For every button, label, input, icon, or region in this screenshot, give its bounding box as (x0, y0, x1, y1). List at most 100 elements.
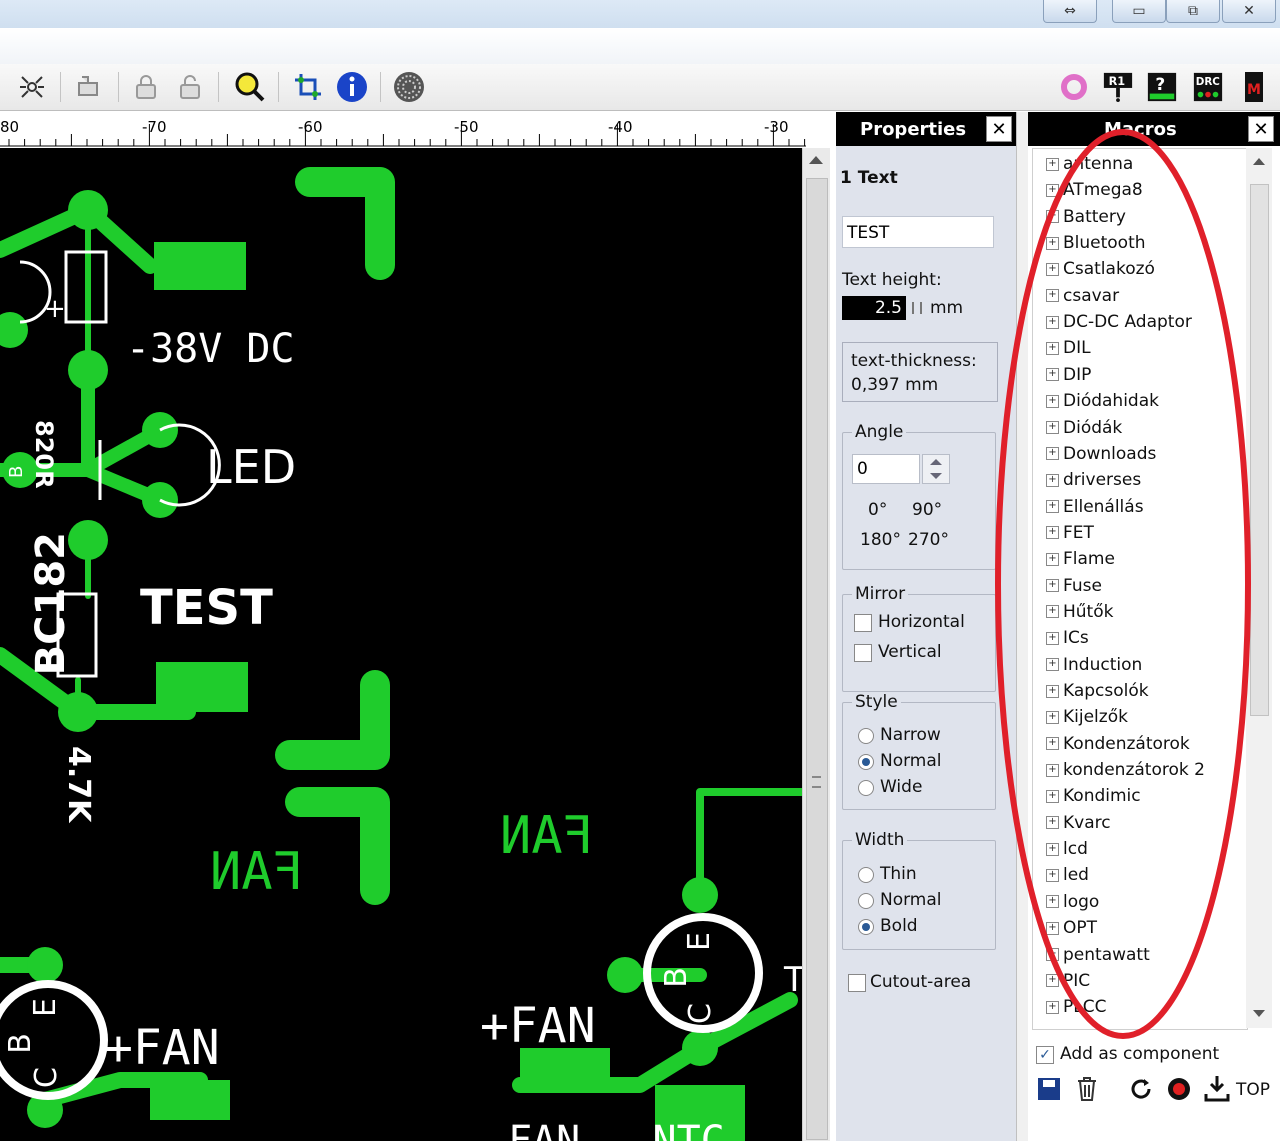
style-narrow-label[interactable]: Narrow (880, 725, 941, 745)
macro-tree-item[interactable]: + kondenzátorok 2 (1033, 757, 1205, 783)
macro-tree-item[interactable]: + Diódahidak (1033, 388, 1159, 414)
macro-tree-item[interactable]: + ATmega8 (1033, 177, 1143, 203)
angle-spinner[interactable] (922, 454, 950, 484)
angle-preset-180[interactable]: 180° (860, 530, 901, 550)
expand-plus-icon[interactable]: + (1046, 763, 1059, 777)
expand-plus-icon[interactable]: + (1046, 315, 1059, 329)
expand-plus-icon[interactable]: + (1046, 842, 1059, 856)
test-label[interactable]: TEST (140, 580, 273, 636)
help-icon[interactable]: ? (1146, 72, 1178, 102)
width-thin-label[interactable]: Thin (880, 864, 917, 884)
style-narrow-radio[interactable] (858, 728, 874, 744)
expand-plus-icon[interactable]: + (1046, 157, 1059, 171)
ring-icon[interactable] (1058, 72, 1090, 102)
macro-tree-item[interactable]: + lcd (1033, 836, 1088, 862)
expand-plus-icon[interactable]: + (1046, 500, 1059, 514)
lock-icon[interactable] (130, 72, 162, 102)
macro-tree-item[interactable]: + Hűtők (1033, 599, 1113, 625)
expand-plus-icon[interactable]: + (1046, 289, 1059, 303)
angle-preset-90[interactable]: 90° (912, 500, 942, 520)
expand-plus-icon[interactable]: + (1046, 368, 1059, 382)
expand-plus-icon[interactable]: + (1046, 341, 1059, 355)
macro-tree-item[interactable]: + Ellenállás (1033, 494, 1144, 520)
unlock-icon[interactable] (174, 72, 206, 102)
spin-up-arrow-icon[interactable] (930, 459, 942, 465)
macro-tree-item[interactable]: + Kapcsolók (1033, 678, 1149, 704)
text-height-grip-icon[interactable] (912, 302, 922, 314)
expand-plus-icon[interactable]: + (1046, 789, 1059, 803)
expand-plus-icon[interactable]: + (1046, 658, 1059, 672)
pattern-icon[interactable] (393, 72, 425, 102)
expand-plus-icon[interactable]: + (1046, 895, 1059, 909)
macro-tree-item[interactable]: + Induction (1033, 652, 1142, 678)
pcb-tool-icon[interactable] (72, 72, 104, 102)
info-icon[interactable] (336, 72, 368, 102)
expand-plus-icon[interactable]: + (1046, 421, 1059, 434)
text-height-field[interactable]: 2.5 (842, 296, 906, 320)
width-thin-radio[interactable] (858, 867, 874, 883)
macro-tree-item[interactable]: + antenna (1033, 151, 1133, 177)
save-macro-icon[interactable] (1038, 1078, 1060, 1100)
macro-tree-item[interactable]: + PIC (1033, 968, 1090, 994)
import-icon[interactable] (1204, 1074, 1230, 1106)
scroll-thumb[interactable] (806, 178, 828, 1140)
expand-plus-icon[interactable]: + (1046, 262, 1059, 276)
expand-plus-icon[interactable]: + (1046, 1000, 1059, 1014)
style-normal-radio[interactable] (858, 754, 874, 770)
macro-tree-item[interactable]: + FET (1033, 520, 1094, 546)
record-icon[interactable] (1166, 1076, 1192, 1106)
expand-plus-icon[interactable]: + (1046, 948, 1059, 961)
add-as-component-label[interactable]: Add as component (1060, 1044, 1219, 1064)
expand-plus-icon[interactable]: + (1046, 394, 1059, 408)
scroll-up-arrow-icon[interactable] (1253, 158, 1265, 165)
macro-tree-item[interactable]: + DIL (1033, 335, 1091, 361)
macro-tree-item[interactable]: + csavar (1033, 283, 1119, 309)
restore-arrows-button[interactable]: ⇔ (1043, 0, 1097, 23)
macro-tree-item[interactable]: + Flame (1033, 546, 1115, 572)
macro-tree-item[interactable]: + led (1033, 862, 1089, 888)
macro-tree-item[interactable]: + driverses (1033, 467, 1141, 493)
macro-tree-item[interactable]: + Downloads (1033, 441, 1156, 467)
expand-plus-icon[interactable]: + (1046, 210, 1059, 224)
macro-tree-item[interactable]: + Bluetooth (1033, 230, 1146, 256)
macro-tree-item[interactable]: + Battery (1033, 204, 1126, 230)
macro-tree-item[interactable]: + Diódák (1033, 415, 1122, 441)
expand-plus-icon[interactable]: + (1046, 921, 1059, 935)
text-value-field[interactable]: TEST (842, 216, 994, 248)
scroll-thumb[interactable] (1250, 184, 1269, 716)
width-bold-radio[interactable] (858, 919, 874, 935)
expand-plus-icon[interactable]: + (1046, 605, 1059, 619)
macro-tree-item[interactable]: + ICs (1033, 625, 1089, 651)
add-as-component-checkbox[interactable]: ✓ (1036, 1046, 1054, 1064)
drc-icon[interactable]: DRC (1192, 72, 1224, 102)
mirror-vertical-label[interactable]: Vertical (878, 642, 942, 662)
angle-input[interactable]: 0 (852, 454, 920, 484)
expand-plus-icon[interactable]: + (1046, 526, 1059, 540)
spin-down-arrow-icon[interactable] (930, 473, 942, 479)
r1-icon[interactable]: R1 (1102, 72, 1134, 103)
macro-tree-item[interactable]: + Csatlakozó (1033, 256, 1155, 282)
scroll-up-arrow-icon[interactable] (809, 156, 823, 164)
macro-tree-item[interactable]: + Kondenzátorok (1033, 731, 1190, 757)
macro-tree-item[interactable]: + logo (1033, 889, 1099, 915)
macro-tree-item[interactable]: + Kondimic (1033, 783, 1141, 809)
m-icon[interactable]: M (1238, 72, 1270, 102)
macro-tree-item[interactable]: + DIP (1033, 362, 1091, 388)
expand-plus-icon[interactable]: + (1046, 631, 1059, 645)
width-normal-radio[interactable] (858, 893, 874, 909)
macros-close-icon[interactable]: ✕ (1248, 116, 1274, 142)
mirror-horizontal-label[interactable]: Horizontal (878, 612, 965, 632)
mirror-horizontal-checkbox[interactable] (854, 614, 872, 632)
top-layer-label[interactable]: TOP (1236, 1080, 1270, 1100)
macro-tree-item[interactable]: + PLCC (1033, 994, 1106, 1020)
width-bold-label[interactable]: Bold (880, 916, 918, 936)
expand-plus-icon[interactable]: + (1046, 684, 1059, 698)
macro-tree-item[interactable]: + pentawatt (1033, 942, 1150, 968)
macro-tree-item[interactable]: + DC-DC Adaptor (1033, 309, 1192, 335)
expand-plus-icon[interactable]: + (1046, 473, 1059, 487)
canvas-vertical-scrollbar[interactable] (802, 148, 831, 1141)
refresh-icon[interactable] (1128, 1076, 1154, 1106)
expand-plus-icon[interactable]: + (1046, 579, 1059, 593)
angle-preset-270[interactable]: 270° (908, 530, 949, 550)
pcb-canvas[interactable]: -38V DC LED TEST 820R BC182 B + 4.7K FAN… (0, 148, 802, 1141)
